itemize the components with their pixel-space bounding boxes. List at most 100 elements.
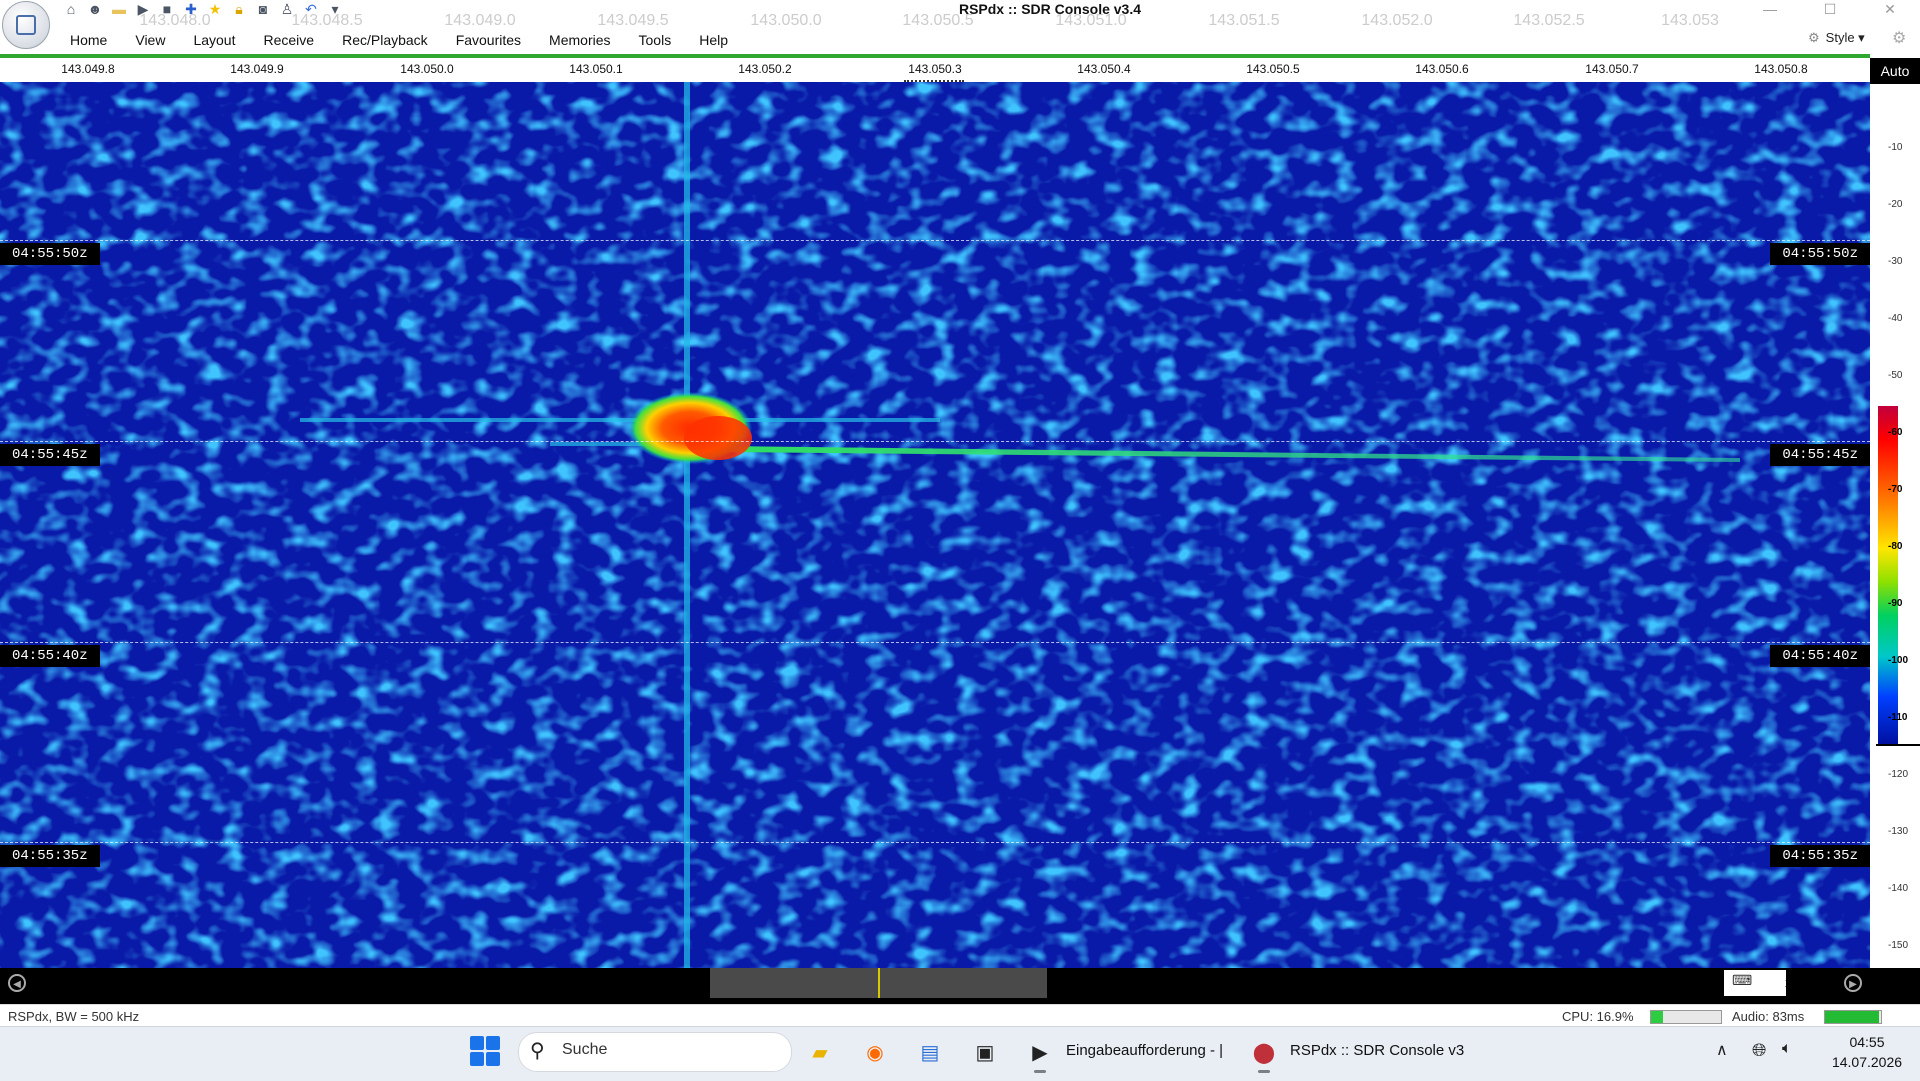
scroll-right-icon[interactable]: ▶ — [1844, 974, 1862, 992]
taskbar-search[interactable] — [518, 1032, 792, 1072]
bottom-tick: 143.052.0 — [1361, 12, 1433, 29]
settings-gear-icon[interactable]: ⚙ — [1892, 28, 1906, 48]
db-tick: -20 — [1888, 199, 1903, 210]
top-tick: 143.049.8 — [61, 62, 115, 76]
tray-chevron-icon[interactable]: ∧ — [1716, 1040, 1728, 1060]
db-tick: -30 — [1888, 256, 1903, 267]
scroll-left-icon[interactable]: ◀ — [8, 974, 26, 992]
app-icon — [16, 15, 36, 35]
top-tick: 143.050.0 — [400, 62, 454, 76]
auto-level-button[interactable]: Auto — [1870, 58, 1920, 84]
terminal-icon[interactable]: ▣ — [967, 1034, 1003, 1070]
db-tick: -150 — [1888, 940, 1909, 951]
clock-date[interactable]: 14.07.2026 — [1824, 1054, 1910, 1070]
search-placeholder[interactable]: Suche — [562, 1041, 607, 1059]
time-gridline — [0, 441, 1870, 442]
top-tick: 143.050.1 — [569, 62, 623, 76]
db-tick: -80 — [1888, 541, 1903, 552]
db-tick: -40 — [1888, 313, 1903, 324]
timestamp-right: 04:55:45z — [1770, 444, 1870, 466]
firefox-icon[interactable]: ◉ — [857, 1034, 893, 1070]
cmd-icon[interactable]: ▶ — [1022, 1034, 1058, 1070]
db-tick: -50 — [1888, 370, 1903, 381]
bottom-tick: 143.051.5 — [1208, 12, 1280, 29]
taskbar-indicator — [1258, 1070, 1270, 1073]
status-audio: Audio: 83ms — [1732, 1009, 1805, 1024]
time-gridline — [0, 842, 1870, 843]
audio-meter-fill — [1825, 1011, 1879, 1023]
bottom-tick: 143.048.5 — [291, 12, 363, 29]
timestamp-left: 04:55:45z — [0, 444, 100, 466]
waterfall-display[interactable]: 04:55:50z 04:55:45z 04:55:40z 04:55:35z … — [0, 82, 1870, 968]
speaker-icon[interactable]: 🔈︎ — [1782, 1040, 1792, 1058]
minimize-icon[interactable]: — — [1740, 0, 1800, 18]
level-divider — [1876, 744, 1920, 746]
top-tick: 143.050.3 — [908, 62, 962, 76]
style-label: Style — [1825, 30, 1855, 45]
bottom-tick: 143.051.0 — [1055, 12, 1127, 29]
cpu-meter-fill — [1651, 1011, 1663, 1023]
keyboard-icon[interactable]: ⌨ — [1732, 972, 1754, 994]
bottom-tick: 143.052.5 — [1513, 12, 1585, 29]
bottom-tick: 143.049.0 — [444, 12, 516, 29]
top-tick: 143.050.4 — [1077, 62, 1131, 76]
top-tick: 143.050.8 — [1754, 62, 1808, 76]
taskbar-indicator — [1034, 1070, 1046, 1073]
sdr-console-icon[interactable]: ⬤ — [1246, 1034, 1282, 1070]
top-tick: 143.050.6 — [1415, 62, 1469, 76]
db-tick: -130 — [1888, 826, 1909, 837]
search-icon: ⚲ — [530, 1040, 545, 1062]
timestamp-right: 04:55:40z — [1770, 645, 1870, 667]
db-tick: -60 — [1888, 427, 1903, 438]
taskbar-app-sdr[interactable]: RSPdx :: SDR Console v3 — [1290, 1042, 1464, 1059]
top-tick: 143.050.2 — [738, 62, 792, 76]
file-explorer-icon[interactable]: ▰ — [802, 1034, 838, 1070]
network-globe-icon[interactable]: 🌐︎ — [1752, 1040, 1766, 1061]
windows-start-icon[interactable] — [470, 1036, 500, 1066]
app-menu-button[interactable] — [2, 1, 50, 49]
notepad-icon[interactable]: ▤ — [912, 1034, 948, 1070]
clock-time[interactable]: 04:55 — [1824, 1034, 1910, 1050]
bottom-tick: 143.049.5 — [597, 12, 669, 29]
timestamp-right: 04:55:35z — [1770, 845, 1870, 867]
top-tick: 143.050.5 — [1246, 62, 1300, 76]
bottom-tick: 143.050.0 — [750, 12, 822, 29]
db-tick: -90 — [1888, 598, 1903, 609]
time-gridline — [0, 642, 1870, 643]
close-icon[interactable]: ✕ — [1860, 0, 1920, 18]
status-cpu: CPU: 16.9% — [1562, 1009, 1634, 1024]
time-gridline — [0, 240, 1870, 241]
db-tick: -120 — [1888, 769, 1909, 780]
bottom-tick: 143.050.5 — [902, 12, 974, 29]
maximize-icon[interactable]: ☐ — [1800, 0, 1860, 18]
db-tick: -10 — [1888, 142, 1903, 153]
db-tick: -100 — [1888, 655, 1909, 666]
menu-home[interactable]: Home — [56, 18, 121, 54]
db-tick: -70 — [1888, 484, 1903, 495]
bottom-tick: 143.048.0 — [139, 12, 211, 29]
taskbar — [0, 1026, 1920, 1081]
status-device: RSPdx, BW = 500 kHz — [8, 1009, 140, 1024]
bottom-tick: 143.053 — [1661, 12, 1719, 29]
menu-help[interactable]: Help — [685, 18, 742, 54]
window-controls: — ☐ ✕ — [1740, 0, 1920, 18]
style-icon: ⚙ — [1808, 30, 1820, 45]
top-frequency-scale: 143.049.8 143.049.9 143.050.0 143.050.1 … — [0, 58, 1870, 82]
zoom-level[interactable]: x5 — [1778, 970, 1806, 996]
status-bar: RSPdx, BW = 500 kHz CPU: 16.9% Audio: 83… — [0, 1004, 1920, 1027]
style-menu[interactable]: ⚙ Style ▾ — [1808, 30, 1865, 46]
db-tick: -110 — [1888, 712, 1908, 723]
taskbar-app-cmd[interactable]: Eingabeaufforderung - | — [1066, 1042, 1223, 1059]
timestamp-left: 04:55:50z — [0, 243, 100, 265]
tuned-frequency-line[interactable] — [878, 968, 880, 998]
timestamp-left: 04:55:40z — [0, 645, 100, 667]
waterfall-graphic — [0, 82, 1870, 968]
timestamp-left: 04:55:35z — [0, 845, 100, 867]
top-tick: 143.049.9 — [230, 62, 284, 76]
zoom-next-icon[interactable]: ▶ — [1818, 970, 1827, 996]
timestamp-right: 04:55:50z — [1770, 243, 1870, 265]
carrier-line — [684, 82, 690, 968]
db-tick: -140 — [1888, 883, 1909, 894]
color-level-bar[interactable] — [1878, 406, 1898, 744]
top-tick: 143.050.7 — [1585, 62, 1639, 76]
